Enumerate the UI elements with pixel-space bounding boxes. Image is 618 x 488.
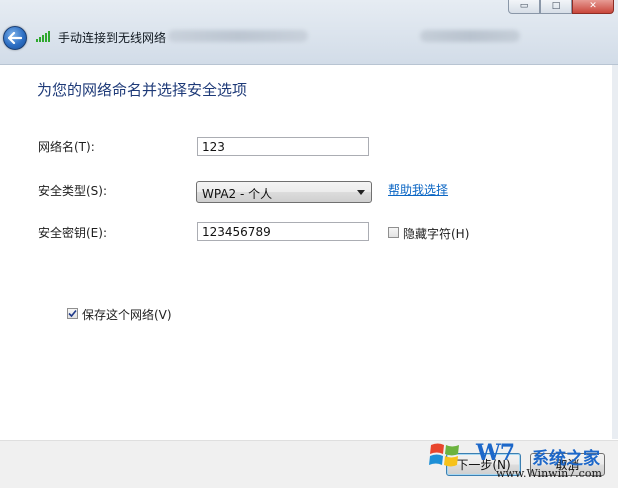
save-network-checkbox[interactable]	[67, 308, 78, 319]
page-heading: 为您的网络命名并选择安全选项	[37, 81, 248, 99]
network-name-input[interactable]: 123	[197, 137, 369, 156]
close-button[interactable]: ✕	[572, 0, 614, 14]
watermark-url: www.Winwin7.com	[496, 467, 602, 480]
minimize-button[interactable]: ▭	[508, 0, 540, 14]
hide-characters-label[interactable]: 隐藏字符(H)	[403, 225, 469, 242]
dropdown-arrow-icon	[357, 190, 365, 195]
security-key-input[interactable]: 123456789	[197, 222, 369, 241]
security-key-label: 安全密钥(E):	[38, 226, 107, 240]
back-arrow-icon	[8, 32, 22, 44]
blurred-background-text	[168, 30, 308, 42]
security-type-value: WPA2 - 个人	[202, 187, 273, 201]
window-title: 手动连接到无线网络	[58, 31, 167, 45]
wifi-signal-icon	[36, 31, 50, 42]
checkmark-icon	[68, 309, 77, 318]
title-bar: ▭ □ ✕ 手动连接到无线网络	[0, 0, 618, 65]
back-button[interactable]	[3, 26, 27, 50]
help-me-choose-link[interactable]: 帮助我选择	[388, 181, 448, 198]
watermark: W7 系统之家 www.Winwin7.com	[428, 436, 618, 486]
network-name-label: 网络名(T):	[38, 140, 95, 154]
blurred-background-text	[420, 30, 520, 42]
save-network-label[interactable]: 保存这个网络(V)	[82, 306, 172, 323]
window-border	[612, 65, 618, 439]
watermark-site-name: 系统之家	[532, 449, 600, 469]
security-type-select[interactable]: WPA2 - 个人	[196, 181, 372, 203]
windows-logo-icon	[429, 443, 459, 467]
window-controls: ▭ □ ✕	[508, 0, 614, 14]
maximize-button[interactable]: □	[540, 0, 572, 14]
security-type-label: 安全类型(S):	[38, 184, 108, 198]
wizard-content: 为您的网络命名并选择安全选项 网络名(T): 123 安全类型(S): WPA2…	[0, 65, 613, 439]
watermark-brand: W7	[476, 440, 515, 466]
hide-characters-checkbox[interactable]	[388, 227, 399, 238]
